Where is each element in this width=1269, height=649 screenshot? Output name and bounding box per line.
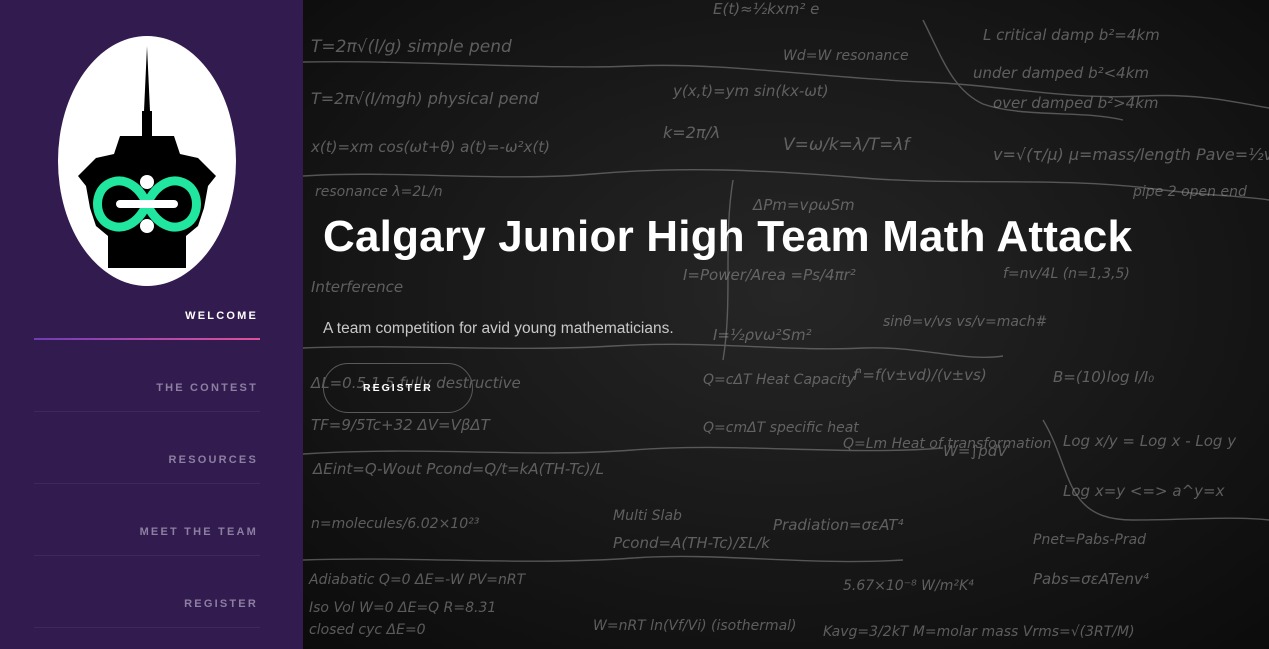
nav-item-resources[interactable]: RESOURCES — [34, 412, 260, 484]
site-logo[interactable] — [58, 36, 236, 286]
nav-item-label: REGISTER — [184, 598, 258, 610]
svg-text:Pcond=A(TH-Tc)/ΣL/k: Pcond=A(TH-Tc)/ΣL/k — [613, 534, 771, 552]
nav-item-label: WELCOME — [185, 310, 258, 322]
svg-text:Log x=y <=> a^y=x: Log x=y <=> a^y=x — [1063, 482, 1225, 500]
svg-text:Adiabatic Q=0 ΔE=-W PV=nRT: Adiabatic Q=0 ΔE=-W PV=nRT — [308, 572, 527, 588]
svg-text:closed cyc ΔE=0: closed cyc ΔE=0 — [309, 622, 426, 638]
svg-text:Pnet=Pabs-Prad: Pnet=Pabs-Prad — [1033, 532, 1146, 548]
tower-infinity-logo-icon — [58, 36, 236, 286]
svg-text:f=nv/4L (n=1,3,5): f=nv/4L (n=1,3,5) — [1003, 266, 1130, 282]
svg-text:under damped b²<4km: under damped b²<4km — [973, 64, 1149, 82]
svg-text:W=∫pdV: W=∫pdV — [943, 442, 1009, 460]
svg-text:I=Power/Area =Ps/4πr²: I=Power/Area =Ps/4πr² — [683, 266, 856, 284]
nav-item-label: THE CONTEST — [156, 382, 258, 394]
main-nav: WELCOME THE CONTEST RESOURCES MEET THE T… — [34, 300, 260, 628]
svg-text:Multi Slab: Multi Slab — [613, 508, 682, 524]
nav-item-meet-the-team[interactable]: MEET THE TEAM — [34, 484, 260, 556]
svg-text:k=2π/λ: k=2π/λ — [663, 123, 720, 142]
svg-text:Pabs=σεATenv⁴: Pabs=σεATenv⁴ — [1033, 570, 1149, 588]
svg-text:Log x/y = Log x - Log y: Log x/y = Log x - Log y — [1063, 432, 1237, 450]
svg-text:pipe 2 open end: pipe 2 open end — [1132, 184, 1247, 200]
hero-subtitle: A team competition for avid young mathem… — [323, 319, 674, 337]
svg-text:resonance λ=2L/n: resonance λ=2L/n — [315, 184, 443, 200]
svg-text:Q=cΔT Heat Capacity: Q=cΔT Heat Capacity — [703, 372, 856, 388]
svg-text:5.67×10⁻⁸ W/m²K⁴: 5.67×10⁻⁸ W/m²K⁴ — [843, 578, 974, 594]
svg-text:Wd=W resonance: Wd=W resonance — [783, 48, 909, 64]
svg-text:I=½ρvω²Sm²: I=½ρvω²Sm² — [713, 326, 812, 344]
svg-text:ΔEint=Q-Wout Pcond=Q/t=kA(TH: ΔEint=Q-Wout Pcond=Q/t=kA(TH-Tc)/L — [312, 460, 604, 478]
svg-text:T=2π√(l/g) simple pend: T=2π√(l/g) simple pend — [311, 37, 512, 57]
svg-text:W=nRT ln(Vf/Vi) (isothermal): W=nRT ln(Vf/Vi) (isothermal) — [593, 618, 797, 634]
svg-text:v=√(τ/μ) μ=mass/length Pave: v=√(τ/μ) μ=mass/length Pave=½vμω² — [993, 145, 1269, 164]
svg-text:Pradiation=σεAT⁴: Pradiation=σεAT⁴ — [773, 516, 904, 534]
svg-text:y(x,t)=ym sin(kx-ωt): y(x,t)=ym sin(kx-ωt) — [672, 82, 829, 100]
nav-item-register[interactable]: REGISTER — [34, 556, 260, 628]
svg-text:Interference: Interference — [311, 278, 403, 296]
svg-text:T=2π√(I/mgh) physical pend: T=2π√(I/mgh) physical pend — [311, 89, 540, 108]
svg-text:sinθ=v/vs vs/v=mach#: sinθ=v/vs vs/v=mach# — [883, 314, 1047, 330]
register-button[interactable]: REGISTER — [323, 363, 473, 413]
svg-text:Q=cmΔT specific heat: Q=cmΔT specific heat — [703, 420, 859, 436]
svg-text:x(t)=xm cos(ωt+θ) a(t)=-ω²x(t: x(t)=xm cos(ωt+θ) a(t)=-ω²x(t) — [310, 138, 550, 156]
svg-text:B=(10)log I/I₀: B=(10)log I/I₀ — [1053, 368, 1154, 386]
svg-text:over damped b²>4km: over damped b²>4km — [993, 94, 1159, 112]
svg-text:TF=9/5Tc+32 ΔV=VβΔT: TF=9/5Tc+32 ΔV=VβΔT — [311, 416, 492, 434]
svg-text:Iso Vol W=0 ΔE=Q R=8.31: Iso Vol W=0 ΔE=Q R=8.31 — [309, 600, 496, 616]
svg-text:n=molecules/6.02×10²³: n=molecules/6.02×10²³ — [311, 516, 480, 532]
page-title: Calgary Junior High Team Math Attack — [323, 212, 1133, 261]
svg-text:Kavg=3/2kT M=molar mass Vrm: Kavg=3/2kT M=molar mass Vrms=√(3RT/M) — [823, 624, 1135, 640]
svg-text:V=ω/k=λ/T=λf: V=ω/k=λ/T=λf — [783, 135, 912, 155]
nav-item-welcome[interactable]: WELCOME — [34, 300, 260, 340]
nav-item-the-contest[interactable]: THE CONTEST — [34, 340, 260, 412]
sidebar: WELCOME THE CONTEST RESOURCES MEET THE T… — [0, 0, 303, 649]
nav-item-label: MEET THE TEAM — [139, 526, 258, 538]
svg-text:E(t)≈½kxm² e: E(t)≈½kxm² e — [713, 0, 819, 18]
nav-item-label: RESOURCES — [168, 454, 258, 466]
svg-text:f'=f(v±vd)/(v±vs): f'=f(v±vd)/(v±vs) — [853, 366, 987, 384]
svg-text:L critical damp b²=4km: L critical damp b²=4km — [983, 26, 1160, 44]
hero-section: T=2π√(l/g) simple pend T=2π√(I/mgh) phys… — [303, 0, 1269, 649]
